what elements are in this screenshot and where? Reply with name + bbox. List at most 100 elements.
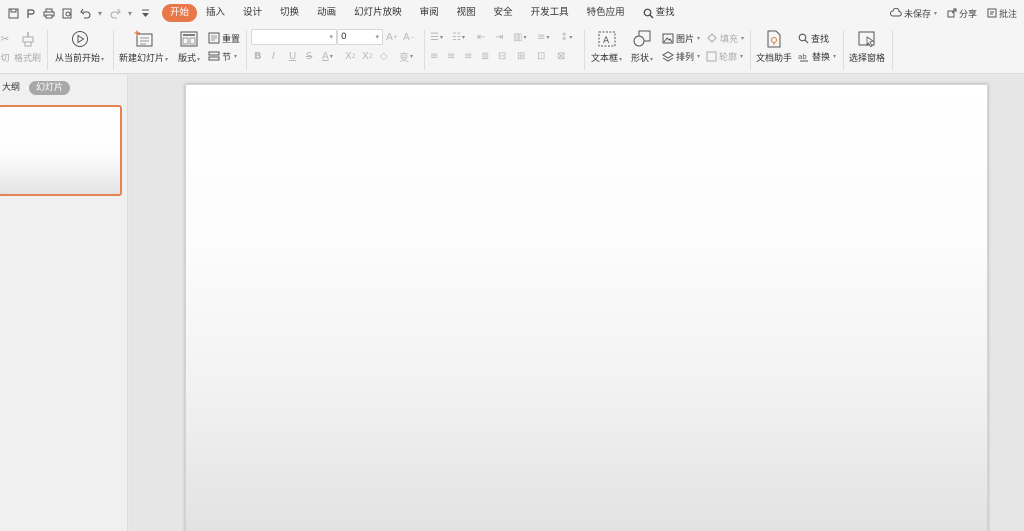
find-button[interactable]: 查找 bbox=[798, 30, 829, 46]
tab-review[interactable]: 审阅 bbox=[411, 4, 448, 22]
decrease-indent-icon[interactable]: ⇤ bbox=[477, 29, 485, 45]
tab-insert[interactable]: 插入 bbox=[197, 4, 234, 22]
tab-home[interactable]: 开始 bbox=[162, 4, 198, 22]
character-spacing-icon[interactable]: 变 ▾ bbox=[399, 48, 413, 64]
slide-thumbnail-panel: 大纲 幻灯片 bbox=[0, 75, 128, 531]
tab-design[interactable]: 设计 bbox=[234, 4, 271, 22]
bold-icon[interactable]: B bbox=[254, 48, 262, 64]
doc-assistant-icon bbox=[764, 29, 784, 49]
decrease-font-icon[interactable]: A − bbox=[403, 29, 415, 45]
fill-icon bbox=[707, 32, 717, 43]
font-name-select[interactable]: ▾ bbox=[251, 29, 337, 45]
new-slide-button[interactable]: 新建幻灯片▾ bbox=[119, 26, 168, 64]
chevron-down-icon: ▾ bbox=[697, 52, 701, 60]
increase-indent-icon[interactable]: ⇥ bbox=[495, 29, 503, 45]
textbox-label: 文本框 bbox=[591, 54, 619, 64]
play-from-current-button[interactable]: 从当前开始▾ bbox=[55, 26, 104, 64]
picture-button[interactable]: 图片 ▾ bbox=[662, 30, 700, 46]
line-spacing-icon[interactable]: ↕ ▾ bbox=[560, 29, 572, 45]
textbox-icon: A bbox=[597, 29, 617, 49]
chevron-down-icon: ▾ bbox=[101, 56, 105, 63]
replace-label: 替换 bbox=[812, 52, 831, 63]
font-size-select[interactable]: 0 ▾ bbox=[337, 29, 383, 45]
layout-icon bbox=[179, 29, 199, 49]
tab-outline[interactable]: 大纲 bbox=[2, 81, 20, 95]
clear-format-icon[interactable]: ◇ bbox=[380, 48, 388, 64]
shape-icon bbox=[632, 29, 652, 49]
tab-transitions[interactable]: 切换 bbox=[271, 4, 308, 22]
replace-button[interactable]: ab 替换 ▾ bbox=[798, 48, 836, 64]
align-center-icon[interactable]: ≡ bbox=[447, 48, 455, 64]
undo-dropdown-icon[interactable]: ▾ bbox=[94, 2, 106, 24]
selection-pane-label: 选择窗格 bbox=[849, 54, 886, 64]
new-slide-icon bbox=[134, 29, 154, 49]
numbered-list-icon[interactable]: ☷ ▾ bbox=[452, 29, 465, 45]
tab-security[interactable]: 安全 bbox=[485, 4, 522, 22]
print-icon[interactable] bbox=[40, 2, 58, 24]
picture-icon bbox=[662, 33, 674, 43]
italic-icon[interactable]: I bbox=[272, 48, 275, 64]
share-button[interactable]: 分享 bbox=[942, 7, 982, 20]
outline-label: 轮廓 bbox=[719, 52, 738, 63]
reset-button[interactable]: 重置 bbox=[208, 30, 240, 46]
justify-icon[interactable]: ≣ bbox=[481, 48, 489, 64]
paragraph-settings-icon[interactable]: ⊡ bbox=[537, 48, 545, 64]
smart-art-icon[interactable]: ⊠ bbox=[557, 48, 565, 64]
arrange-button[interactable]: 排列 ▾ bbox=[662, 48, 700, 64]
tab-animations[interactable]: 动画 bbox=[308, 4, 345, 22]
tab-developer[interactable]: 开发工具 bbox=[522, 4, 578, 22]
share-label: 分享 bbox=[958, 9, 977, 20]
slide-canvas[interactable] bbox=[185, 84, 988, 531]
doc-assistant-label: 文档助手 bbox=[756, 54, 793, 64]
customize-toolbar-icon[interactable] bbox=[136, 2, 154, 24]
doc-assistant-button[interactable]: 文档助手 bbox=[756, 26, 792, 64]
selection-pane-button[interactable]: 选择窗格 bbox=[849, 26, 885, 64]
superscript-icon[interactable]: X2 bbox=[345, 48, 356, 64]
textbox-button[interactable]: A 文本框▾ bbox=[591, 26, 622, 64]
redo-dropdown-icon[interactable]: ▾ bbox=[124, 2, 136, 24]
ribbon-toolbar: ✂ 切 格式刷 从当前开始▾ 新建幻灯片▾ 版式▾ 重置 节 ▾ ▾ 0 ▾ A… bbox=[0, 26, 1024, 74]
outline-button[interactable]: 轮廓 ▾ bbox=[706, 48, 743, 64]
comment-button[interactable]: 批注 bbox=[982, 7, 1022, 20]
align-left-icon[interactable]: ≡ bbox=[430, 48, 438, 64]
vertical-align-icon[interactable]: ⊞ bbox=[517, 48, 525, 64]
bullet-list-icon[interactable]: ☰ ▾ bbox=[430, 29, 443, 45]
selection-pane-icon bbox=[857, 29, 877, 49]
ribbon-divider bbox=[424, 30, 425, 70]
save-status-label: 未保存 bbox=[903, 9, 931, 20]
format-painter-label: 格式刷 bbox=[14, 54, 42, 64]
align-right-icon[interactable]: ≡ bbox=[464, 48, 472, 64]
save-icon[interactable] bbox=[4, 2, 22, 24]
export-pdf-icon[interactable] bbox=[22, 2, 40, 24]
subscript-icon[interactable]: X2 bbox=[362, 48, 373, 64]
shape-label: 形状 bbox=[631, 54, 650, 64]
increase-font-icon[interactable]: A + bbox=[386, 29, 398, 45]
undo-icon[interactable] bbox=[76, 2, 94, 24]
chevron-down-icon: ▾ bbox=[741, 34, 745, 42]
tab-view[interactable]: 视图 bbox=[448, 4, 485, 22]
slide-thumbnail[interactable] bbox=[0, 105, 122, 196]
tab-slideshow[interactable]: 幻灯片放映 bbox=[345, 4, 411, 22]
print-preview-icon[interactable] bbox=[58, 2, 76, 24]
ribbon-divider bbox=[113, 30, 114, 70]
section-button[interactable]: 节 ▾ bbox=[208, 48, 237, 64]
cut-button[interactable]: ✂ 切 bbox=[0, 26, 12, 65]
tab-features[interactable]: 特色应用 bbox=[578, 4, 634, 22]
fill-button[interactable]: 填充 ▾ bbox=[706, 30, 744, 46]
distribute-icon[interactable]: ⊟ bbox=[498, 48, 506, 64]
shape-button[interactable]: 形状▾ bbox=[631, 26, 653, 64]
chevron-down-icon: ▾ bbox=[697, 34, 701, 42]
redo-icon[interactable] bbox=[106, 2, 124, 24]
cloud-icon bbox=[889, 8, 902, 17]
save-status-button[interactable]: 未保存 ▾ bbox=[885, 7, 942, 20]
menu-search[interactable]: 查找 bbox=[634, 4, 684, 22]
tab-slides[interactable]: 幻灯片 bbox=[29, 81, 71, 95]
layout-button[interactable]: 版式▾ bbox=[178, 26, 200, 64]
strikethrough-icon[interactable]: S bbox=[306, 48, 312, 64]
replace-icon: ab bbox=[798, 53, 808, 61]
columns-icon[interactable]: ▥ ▾ bbox=[513, 29, 526, 45]
font-color-icon[interactable]: A ▾ bbox=[322, 48, 333, 64]
text-direction-icon[interactable]: ≡ ▾ bbox=[537, 29, 549, 45]
format-painter-button[interactable]: 格式刷 bbox=[14, 26, 41, 64]
underline-icon[interactable]: U bbox=[289, 48, 296, 64]
